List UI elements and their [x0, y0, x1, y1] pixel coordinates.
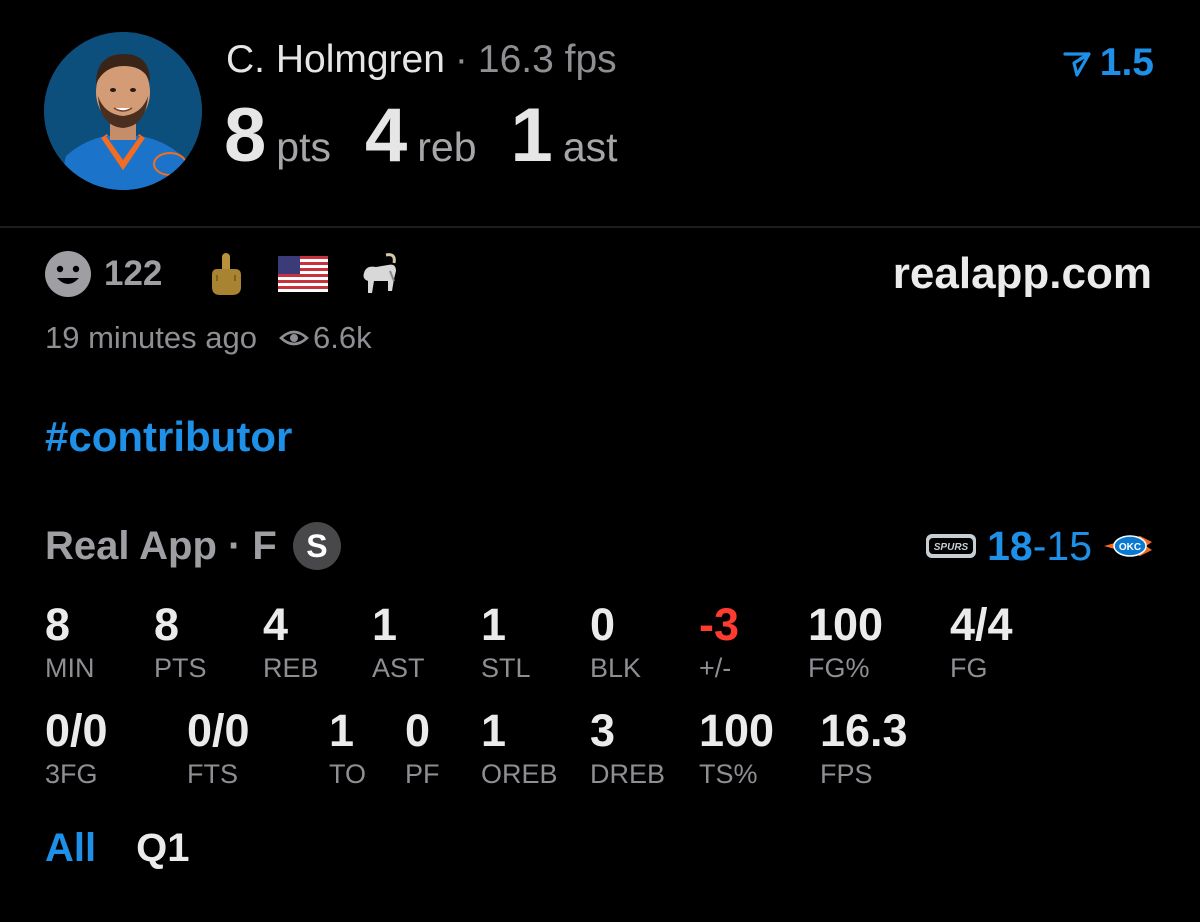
stat-value: 1: [481, 599, 507, 650]
stat-label: STL: [481, 653, 531, 683]
stat-reb: 4 REB: [263, 600, 319, 686]
tab-all[interactable]: All: [45, 826, 96, 871]
stat-pts: 8 PTS: [154, 600, 207, 686]
stat-pf: 0 PF: [405, 706, 440, 792]
stat-value: -3: [699, 599, 740, 650]
stat-value: 3: [590, 705, 616, 756]
points-value: 8: [224, 93, 267, 178]
eye-icon: [279, 330, 309, 346]
player-header: C. Holmgren · 16.3 fps 8 pts 4 reb 1 ast…: [0, 0, 1200, 226]
stat-label: DREB: [590, 759, 666, 789]
stat-value: 4: [263, 599, 289, 650]
source-link[interactable]: realapp.com: [893, 248, 1152, 300]
middle-finger-icon[interactable]: [204, 251, 248, 297]
prediction-value: 1.5: [1099, 41, 1154, 84]
assists-unit: ast: [562, 124, 618, 170]
stat-value: 8: [154, 599, 180, 650]
player-avatar[interactable]: [44, 32, 202, 190]
smile-icon[interactable]: [44, 250, 92, 298]
player-title-line: C. Holmgren · 16.3 fps: [226, 38, 617, 88]
stat-blk: 0 BLK: [590, 600, 641, 686]
stat-plus-minus: -3 +/-: [699, 600, 739, 686]
stat-fps: 16.3 FPS: [820, 706, 908, 792]
stat-value: 1: [481, 705, 507, 756]
post-time: 19 minutes ago: [45, 320, 257, 355]
stat-label: FTS: [187, 759, 238, 789]
stat-oreb: 1 OREB: [481, 706, 558, 792]
post-card: C. Holmgren · 16.3 fps 8 pts 4 reb 1 ast…: [0, 0, 1200, 922]
stat-value: 100: [808, 599, 884, 650]
rebounds-unit: reb: [417, 124, 477, 170]
stat-label: AST: [372, 653, 425, 683]
stat-fg-pct: 100 FG%: [808, 600, 883, 686]
stat-label: TS%: [699, 759, 758, 789]
player-fps: 16.3 fps: [477, 38, 617, 81]
game-score[interactable]: SPURS 18-15 OKC: [925, 520, 1154, 572]
okc-logo: OKC: [1104, 535, 1152, 557]
stat-value: 0: [590, 599, 616, 650]
stat-label: 3FG: [45, 759, 98, 789]
player-statline: 8 pts 4 reb 1 ast: [224, 92, 652, 178]
box-score-row-2: 0/0 3FG 0/0 FTS 1 TO 0 PF 1 OREB 3 DREB …: [0, 706, 1200, 798]
tab-q1[interactable]: Q1: [136, 826, 189, 871]
header-divider: [0, 226, 1200, 228]
stat-value: 0/0: [187, 705, 250, 756]
stat-value: 16.3: [820, 705, 908, 756]
stat-label: PTS: [154, 653, 207, 683]
stat-value: 8: [45, 599, 71, 650]
stat-value: 0: [405, 705, 431, 756]
stat-value: 100: [699, 705, 775, 756]
stat-value: 0/0: [45, 705, 108, 756]
spurs-logo: SPURS: [926, 534, 977, 558]
prediction-badge[interactable]: 1.5: [1062, 40, 1154, 86]
stat-label: BLK: [590, 653, 642, 683]
home-score: 18: [987, 522, 1033, 569]
player-headshot-image: [44, 32, 202, 190]
stat-label: FPS: [820, 759, 873, 789]
stat-min: 8 MIN: [45, 600, 95, 686]
title-separator: ·: [454, 38, 468, 81]
stat-label: REB: [263, 653, 319, 683]
stat-label: OREB: [481, 759, 558, 789]
stat-label: +/-: [699, 653, 732, 683]
score-dash: -: [1032, 522, 1047, 569]
stat-fg: 4/4 FG: [950, 600, 1013, 686]
us-flag-icon[interactable]: [278, 251, 329, 297]
stat-label: PF: [405, 759, 440, 789]
stat-stl: 1 STL: [481, 600, 531, 686]
reaction-count: 122: [104, 254, 163, 293]
stat-value: 1: [372, 599, 398, 650]
reactions-bar: 122: [44, 248, 432, 300]
stat-fts: 0/0 FTS: [187, 706, 250, 792]
box-score-row-1: 8 MIN 8 PTS 4 REB 1 AST 1 STL 0 BLK -3 +…: [0, 600, 1200, 692]
goat-icon[interactable]: [358, 251, 402, 297]
stat-3fg: 0/0 3FG: [45, 706, 108, 792]
period-tabs: All Q1: [45, 822, 229, 874]
hashtag-link[interactable]: #contributor: [45, 410, 292, 464]
game-status-badge[interactable]: S: [292, 522, 341, 570]
post-meta: 19 minutes ago 6.6k: [45, 318, 372, 358]
stat-label: FG%: [808, 653, 870, 683]
view-count: 6.6k: [312, 320, 372, 355]
prediction-icon: [1063, 52, 1091, 77]
points-unit: pts: [276, 124, 331, 170]
stat-ts-pct: 100 TS%: [699, 706, 774, 792]
assists-value: 1: [510, 93, 553, 178]
game-title[interactable]: Real App · F: [45, 524, 277, 569]
rebounds-value: 4: [364, 93, 408, 178]
svg-text:OKC: OKC: [1119, 542, 1141, 553]
stat-dreb: 3 DREB: [590, 706, 665, 792]
score-text: 18-15: [987, 523, 1092, 570]
svg-text:SPURS: SPURS: [934, 542, 969, 553]
stat-label: MIN: [45, 653, 95, 683]
stat-ast: 1 AST: [372, 600, 425, 686]
stat-label: FG: [950, 653, 988, 683]
game-line: Real App · F S: [45, 520, 341, 572]
stat-label: TO: [329, 759, 367, 789]
away-score: 15: [1046, 522, 1092, 569]
stat-to: 1 TO: [329, 706, 366, 792]
stat-value: 4/4: [950, 599, 1013, 650]
stat-value: 1: [329, 705, 355, 756]
player-name[interactable]: C. Holmgren: [226, 38, 445, 82]
